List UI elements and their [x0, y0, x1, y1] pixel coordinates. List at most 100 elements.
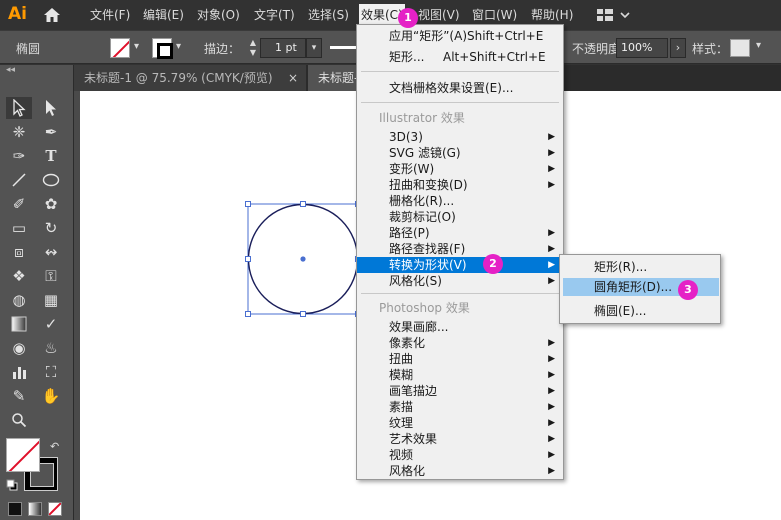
stroke-dropdown-icon[interactable]: ▾: [176, 40, 188, 54]
eyedropper-tool-icon[interactable]: ✓: [38, 313, 64, 335]
menu-item-stylize-illustrator[interactable]: 风格化(S) ▶: [357, 273, 563, 289]
menu-item-last-effect[interactable]: 矩形... Alt+Shift+Ctrl+E: [357, 49, 563, 65]
paintbrush-tool-icon[interactable]: ✐: [6, 193, 32, 215]
step-badge-3: 3: [678, 280, 698, 300]
puppet-warp-tool-icon[interactable]: ❖: [6, 265, 32, 287]
width-tool-icon[interactable]: ↭: [38, 241, 64, 263]
color-mode-button[interactable]: [8, 502, 22, 516]
document-tab-1[interactable]: 未标题-1 @ 75.79% (CMYK/预览) ×: [74, 65, 306, 91]
submenu-arrow-icon: ▶: [548, 276, 555, 286]
free-transform-tool-icon[interactable]: ⚿: [38, 265, 64, 287]
stroke-weight-input[interactable]: 1 pt: [260, 38, 306, 58]
eraser-tool-icon[interactable]: ▭: [6, 217, 32, 239]
menu-item-distort[interactable]: 扭曲 ▶: [357, 351, 563, 367]
gradient-mode-button[interactable]: [28, 502, 42, 516]
line-segment-tool-icon[interactable]: [6, 169, 32, 191]
menu-item-sketch[interactable]: 素描 ▶: [357, 399, 563, 415]
submenu-arrow-icon: ▶: [548, 132, 555, 142]
menu-object[interactable]: 对象(O): [197, 6, 240, 24]
magic-wand-tool-icon[interactable]: ❈: [6, 121, 32, 143]
blend-tool-icon[interactable]: ◉: [6, 337, 32, 359]
menu-item-blur[interactable]: 模糊 ▶: [357, 367, 563, 383]
menu-item-pathfinder[interactable]: 路径查找器(F) ▶: [357, 241, 563, 257]
selection-tool-icon[interactable]: [6, 97, 32, 119]
fill-dropdown-icon[interactable]: ▾: [134, 40, 146, 54]
shaper-tool-icon[interactable]: ✿: [38, 193, 64, 215]
submenu-arrow-icon: ▶: [548, 354, 555, 364]
submenu-arrow-icon: ▶: [548, 338, 555, 348]
collapse-panel-icon[interactable]: ◂◂: [6, 65, 15, 75]
column-graph-tool-icon[interactable]: [6, 361, 32, 383]
menu-item-distort-transform[interactable]: 扭曲和变换(D) ▶: [357, 177, 563, 193]
menu-item-3d[interactable]: 3D(3) ▶: [357, 129, 563, 145]
menu-separator: [361, 71, 559, 72]
style-dropdown-icon[interactable]: ▾: [756, 40, 761, 51]
menu-item-crop-marks[interactable]: 裁剪标记(O): [357, 209, 563, 225]
menu-view[interactable]: 视图(V): [418, 6, 460, 24]
menu-file[interactable]: 文件(F): [90, 6, 130, 24]
app-logo: Ai: [8, 4, 27, 24]
menu-help[interactable]: 帮助(H): [531, 6, 573, 24]
perspective-grid-tool-icon[interactable]: ▦: [38, 289, 64, 311]
submenu-arrow-icon: ▶: [548, 418, 555, 428]
menu-item-stylize-photoshop[interactable]: 风格化 ▶: [357, 463, 563, 479]
stroke-color-swatch[interactable]: [152, 38, 173, 59]
menu-item-document-raster-settings[interactable]: 文档栅格效果设置(E)...: [357, 80, 563, 96]
stroke-weight-dropdown-icon[interactable]: ▾: [306, 38, 322, 58]
menu-item-label: 变形(W): [389, 162, 435, 176]
fill-color-swatch[interactable]: [110, 38, 130, 58]
artboard-tool-icon[interactable]: ⛶: [38, 361, 64, 383]
menu-item-svg-filters[interactable]: SVG 滤镜(G) ▶: [357, 145, 563, 161]
selected-ellipse[interactable]: [240, 198, 370, 322]
rotate-tool-icon[interactable]: ↻: [38, 217, 64, 239]
submenu-arrow-icon: ▶: [548, 466, 555, 476]
shape-builder-tool-icon[interactable]: ◍: [6, 289, 32, 311]
zoom-tool-icon[interactable]: [6, 409, 32, 431]
hand-tool-icon[interactable]: ✋: [38, 385, 64, 407]
menu-item-label: 转换为形状(V): [389, 258, 467, 272]
scale-tool-icon[interactable]: ⧈: [6, 241, 32, 263]
type-tool-icon[interactable]: T: [38, 145, 64, 167]
opacity-arrow-icon[interactable]: ›: [670, 38, 686, 58]
menu-select[interactable]: 选择(S): [308, 6, 349, 24]
menu-item-artistic[interactable]: 艺术效果 ▶: [357, 431, 563, 447]
menu-item-rasterize[interactable]: 栅格化(R)...: [357, 193, 563, 209]
home-icon[interactable]: [42, 6, 62, 24]
gradient-tool-icon[interactable]: [6, 313, 32, 335]
slice-tool-icon[interactable]: ✎: [6, 385, 32, 407]
menu-item-label: 素描: [389, 400, 414, 414]
stroke-label[interactable]: 描边：: [204, 40, 240, 57]
submenu-item-rectangle[interactable]: 矩形(R)...: [560, 258, 720, 276]
menu-item-apply-last-effect[interactable]: 应用“矩形”(A) Shift+Ctrl+E: [357, 28, 563, 44]
submenu-item-ellipse[interactable]: 椭圆(E)...: [560, 302, 720, 320]
stroke-profile-preview[interactable]: [330, 46, 356, 49]
menu-window[interactable]: 窗口(W): [472, 6, 517, 24]
menu-item-path[interactable]: 路径(P) ▶: [357, 225, 563, 241]
direct-selection-tool-icon[interactable]: [38, 97, 64, 119]
workspace-switcher-icon[interactable]: [596, 6, 632, 24]
swap-fill-stroke-icon[interactable]: ↶: [50, 440, 59, 453]
menu-item-brush-strokes[interactable]: 画笔描边 ▶: [357, 383, 563, 399]
menu-item-video[interactable]: 视频 ▶: [357, 447, 563, 463]
menu-item-label: 风格化: [389, 464, 426, 478]
submenu-arrow-icon: ▶: [548, 450, 555, 460]
menu-type[interactable]: 文字(T): [254, 6, 295, 24]
menu-edit[interactable]: 编辑(E): [143, 6, 184, 24]
menu-item-convert-to-shape[interactable]: 转换为形状(V) ▶: [357, 257, 563, 273]
opacity-input[interactable]: 100%: [616, 38, 668, 58]
menu-item-effect-gallery[interactable]: 效果画廊...: [357, 319, 563, 335]
graphic-style-swatch[interactable]: [730, 39, 750, 57]
menu-item-warp[interactable]: 变形(W) ▶: [357, 161, 563, 177]
default-colors-icon[interactable]: [6, 479, 18, 491]
lasso-tool-icon[interactable]: ✒: [38, 121, 64, 143]
menu-item-texture[interactable]: 纹理 ▶: [357, 415, 563, 431]
none-mode-button[interactable]: [48, 502, 62, 516]
menu-item-label: 应用“矩形”(A): [389, 29, 468, 43]
symbol-sprayer-tool-icon[interactable]: ♨: [38, 337, 64, 359]
fill-color-box[interactable]: [6, 438, 40, 472]
pen-tool-icon[interactable]: ✑: [6, 145, 32, 167]
close-icon[interactable]: ×: [288, 65, 298, 91]
stroke-weight-stepper[interactable]: ▲ ▼: [246, 38, 260, 58]
ellipse-tool-icon[interactable]: [38, 169, 64, 191]
menu-item-pixelate[interactable]: 像素化 ▶: [357, 335, 563, 351]
